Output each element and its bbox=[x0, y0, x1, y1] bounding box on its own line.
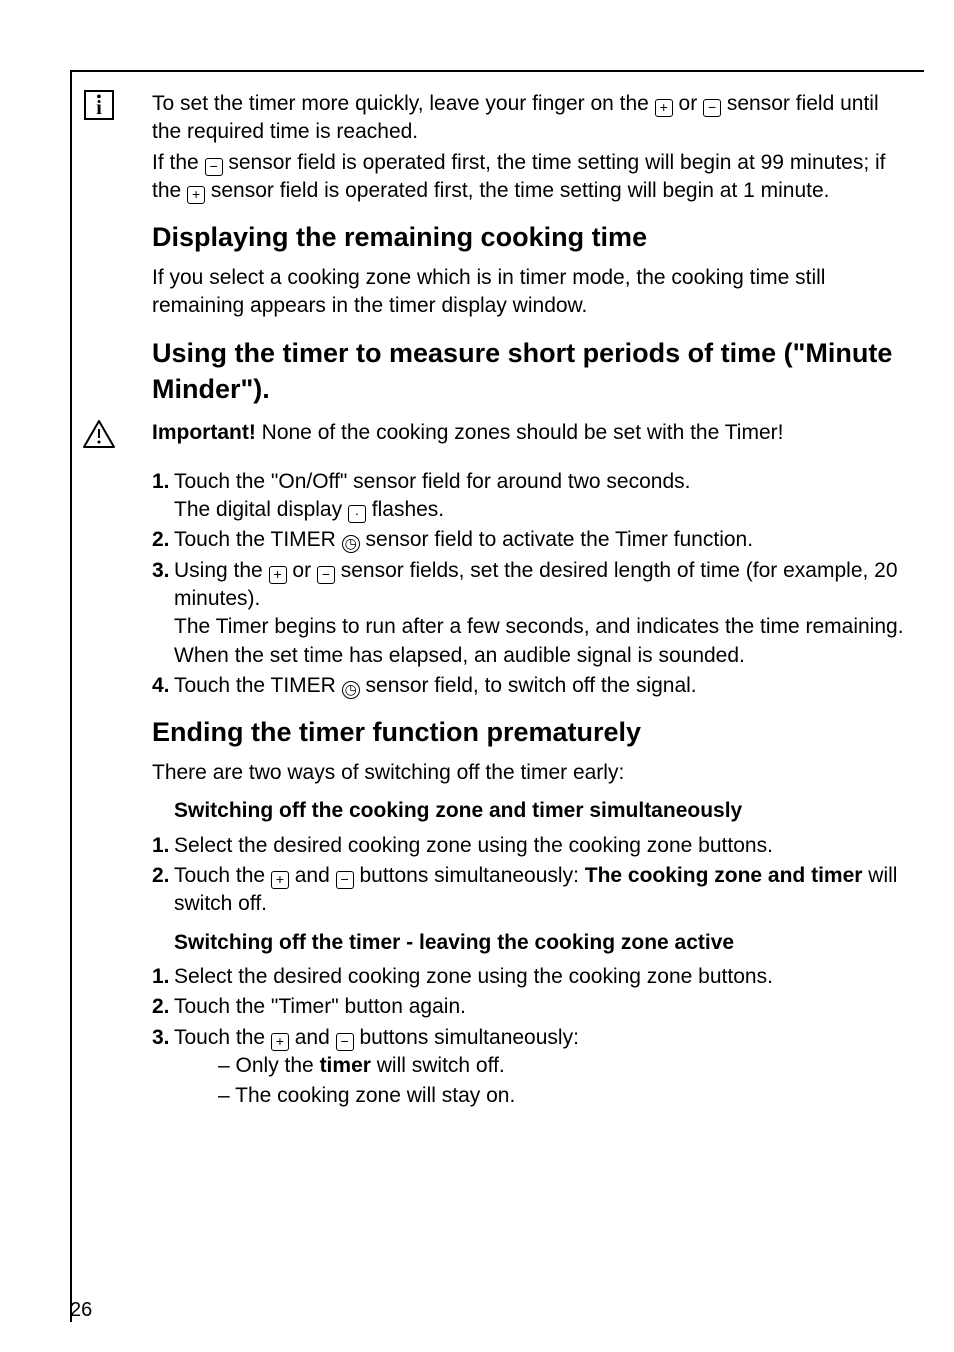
intro-paragraph-1: To set the timer more quickly, leave you… bbox=[152, 90, 904, 147]
list-item: 4. Touch the TIMER ◷ sensor field, to sw… bbox=[152, 672, 904, 700]
minus-icon: − bbox=[703, 99, 721, 117]
warning-icon bbox=[82, 419, 116, 449]
minus-icon: − bbox=[205, 158, 223, 176]
bullet-item: The cooking zone will stay on. bbox=[196, 1082, 904, 1110]
section1-body: If you select a cooking zone which is in… bbox=[152, 264, 904, 321]
intro-paragraph-2: If the − sensor field is operated first,… bbox=[152, 149, 904, 206]
plus-icon: + bbox=[655, 99, 673, 117]
step3-line2: The Timer begins to run after a few seco… bbox=[174, 613, 904, 641]
list-item: 1. Select the desired cooking zone using… bbox=[152, 832, 904, 860]
bullet-item: Only the timer will switch off. bbox=[196, 1052, 904, 1080]
plus-icon: + bbox=[269, 566, 287, 584]
minus-icon: − bbox=[317, 566, 335, 584]
plus-icon: + bbox=[187, 186, 205, 204]
list-item: 2. Touch the "Timer" button again. bbox=[152, 993, 904, 1021]
subheading-switch-timer-only: Switching off the timer - leaving the co… bbox=[174, 929, 904, 957]
important-text: Important! None of the cooking zones sho… bbox=[152, 419, 904, 447]
list-item: 1. Select the desired cooking zone using… bbox=[152, 963, 904, 991]
list-item: 1. Touch the "On/Off" sensor field for a… bbox=[152, 468, 904, 525]
bullet-list: Only the timer will switch off. The cook… bbox=[174, 1052, 904, 1111]
switch-timer-only-steps: 1. Select the desired cooking zone using… bbox=[152, 963, 904, 1111]
page-frame: i To set the timer more quickly, leave y… bbox=[70, 70, 924, 1322]
timer-icon: ◷ bbox=[342, 681, 360, 699]
minute-minder-steps: 1. Touch the "On/Off" sensor field for a… bbox=[152, 468, 904, 701]
minus-icon: − bbox=[336, 1033, 354, 1051]
step3-line3: When the set time has elapsed, an audibl… bbox=[174, 642, 904, 670]
info-icon: i bbox=[84, 90, 114, 120]
list-item: 2. Touch the + and − buttons simultaneou… bbox=[152, 862, 904, 919]
list-item: 3. Touch the + and − buttons simultaneou… bbox=[152, 1024, 904, 1111]
list-item: 2. Touch the TIMER ◷ sensor field to act… bbox=[152, 526, 904, 554]
content-area: To set the timer more quickly, leave you… bbox=[72, 72, 924, 1111]
switch-both-steps: 1. Select the desired cooking zone using… bbox=[152, 832, 904, 919]
heading-displaying-time: Displaying the remaining cooking time bbox=[152, 219, 904, 255]
plus-icon: + bbox=[271, 1033, 289, 1051]
minus-icon: − bbox=[336, 871, 354, 889]
list-item: 3. Using the + or − sensor fields, set t… bbox=[152, 557, 904, 670]
section3-intro: There are two ways of switching off the … bbox=[152, 759, 904, 787]
heading-ending-timer: Ending the timer function prematurely bbox=[152, 714, 904, 750]
plus-icon: + bbox=[271, 871, 289, 889]
heading-minute-minder: Using the timer to measure short periods… bbox=[152, 335, 904, 408]
important-block: Important! None of the cooking zones sho… bbox=[152, 419, 904, 447]
page-number: 26 bbox=[70, 1299, 92, 1322]
subheading-switch-both: Switching off the cooking zone and timer… bbox=[174, 797, 904, 825]
dot-icon: · bbox=[348, 505, 366, 523]
step1-line2: The digital display · flashes. bbox=[174, 496, 904, 524]
timer-icon: ◷ bbox=[342, 535, 360, 553]
